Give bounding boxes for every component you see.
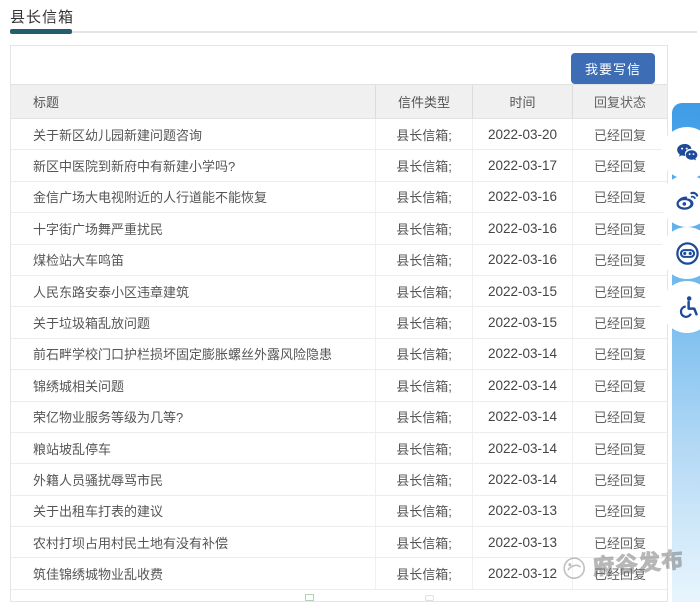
letter-date-cell: 2022-03-14 [472, 339, 572, 369]
letter-title-link[interactable]: 金信广场大电视附近的人行道能不能恢复 [11, 187, 375, 206]
table-row: 金信广场大电视附近的人行道能不能恢复县长信箱;2022-03-16已经回复 [11, 182, 667, 213]
table-row: 粮站坡乱停车县长信箱;2022-03-14已经回复 [11, 433, 667, 464]
table-body: 关于新区幼儿园新建问题咨询县长信箱;2022-03-20已经回复新区中医院到新府… [11, 119, 667, 590]
letter-title-link[interactable]: 十字街广场舞严重扰民 [11, 219, 375, 238]
table-row: 筑佳锦绣城物业乱收费县长信箱;2022-03-12已经回复 [11, 558, 667, 589]
table-row: 前石畔学校门口护栏损坏固定膨胀螺丝外露风险隐患县长信箱;2022-03-14已经… [11, 339, 667, 370]
table-row: 煤检站大车鸣笛县长信箱;2022-03-16已经回复 [11, 245, 667, 276]
letter-date-cell: 2022-03-13 [472, 496, 572, 526]
toolbar: 我要写信 [11, 46, 667, 84]
letter-status-cell: 已经回复 [572, 370, 667, 400]
table-row: 锦绣城相关问题县长信箱;2022-03-14已经回复 [11, 370, 667, 401]
table-row: 人民东路安泰小区违章建筑县长信箱;2022-03-15已经回复 [11, 276, 667, 307]
letter-title-link[interactable]: 外籍人员骚扰辱骂市民 [11, 470, 375, 489]
pagination-hint2-icon [425, 595, 434, 601]
letter-type-cell: 县长信箱; [375, 150, 472, 180]
letter-date-cell: 2022-03-14 [472, 433, 572, 463]
letter-status-cell: 已经回复 [572, 182, 667, 212]
letter-title-link[interactable]: 新区中医院到新府中有新建小学吗? [11, 156, 375, 175]
letter-date-cell: 2022-03-20 [472, 119, 572, 149]
letter-type-cell: 县长信箱; [375, 527, 472, 557]
page-title: 县长信箱 [10, 6, 74, 27]
letter-title-link[interactable]: 煤检站大车鸣笛 [11, 250, 375, 269]
letter-status-cell: 已经回复 [572, 245, 667, 275]
accessibility-icon [674, 294, 700, 321]
letter-title-link[interactable]: 粮站坡乱停车 [11, 439, 375, 458]
mailbox-page: 县长信箱 我要写信 标题信件类型时间回复状态 关于新区幼儿园新建问题咨询县长信箱… [0, 0, 700, 602]
write-letter-button[interactable]: 我要写信 [571, 53, 655, 84]
letter-type-cell: 县长信箱; [375, 339, 472, 369]
letter-date-cell: 2022-03-16 [472, 245, 572, 275]
pagination-hint-icon [305, 594, 314, 601]
letter-type-cell: 县长信箱; [375, 464, 472, 494]
title-accent-underline [10, 29, 72, 34]
table-row: 十字街广场舞严重扰民县长信箱;2022-03-16已经回复 [11, 213, 667, 244]
table-row: 外籍人员骚扰辱骂市民县长信箱;2022-03-14已经回复 [11, 464, 667, 495]
letter-title-link[interactable]: 锦绣城相关问题 [11, 376, 375, 395]
letter-title-link[interactable]: 关于出租车打表的建议 [11, 501, 375, 520]
letters-panel: 我要写信 标题信件类型时间回复状态 关于新区幼儿园新建问题咨询县长信箱;2022… [10, 45, 668, 602]
table-row: 荣亿物业服务等级为几等?县长信箱;2022-03-14已经回复 [11, 402, 667, 433]
letter-date-cell: 2022-03-14 [472, 402, 572, 432]
letter-date-cell: 2022-03-12 [472, 558, 572, 588]
letter-title-link[interactable]: 前石畔学校门口护栏损坏固定膨胀螺丝外露风险隐患 [11, 344, 375, 363]
column-header-time: 时间 [472, 85, 572, 118]
letter-type-cell: 县长信箱; [375, 245, 472, 275]
letter-type-cell: 县长信箱; [375, 402, 472, 432]
letter-status-cell: 已经回复 [572, 276, 667, 306]
table-row: 关于新区幼儿园新建问题咨询县长信箱;2022-03-20已经回复 [11, 119, 667, 150]
letter-type-cell: 县长信箱; [375, 119, 472, 149]
table-row: 关于垃圾箱乱放问题县长信箱;2022-03-15已经回复 [11, 307, 667, 338]
letter-title-link[interactable]: 关于新区幼儿园新建问题咨询 [11, 125, 375, 144]
letter-type-cell: 县长信箱; [375, 213, 472, 243]
column-header-title: 标题 [11, 92, 375, 111]
letter-status-cell: 已经回复 [572, 150, 667, 180]
letter-status-cell: 已经回复 [572, 527, 667, 557]
letter-status-cell: 已经回复 [572, 464, 667, 494]
letter-date-cell: 2022-03-16 [472, 213, 572, 243]
letter-type-cell: 县长信箱; [375, 496, 472, 526]
table-row: 新区中医院到新府中有新建小学吗?县长信箱;2022-03-17已经回复 [11, 150, 667, 181]
table-row: 关于出租车打表的建议县长信箱;2022-03-13已经回复 [11, 496, 667, 527]
letter-date-cell: 2022-03-16 [472, 182, 572, 212]
table-row: 农村打坝占用村民土地有没有补偿县长信箱;2022-03-13已经回复 [11, 527, 667, 558]
letter-date-cell: 2022-03-14 [472, 464, 572, 494]
letter-status-cell: 已经回复 [572, 402, 667, 432]
letter-type-cell: 县长信箱; [375, 433, 472, 463]
table-header-row: 标题信件类型时间回复状态 [11, 84, 667, 119]
wechat-icon [674, 140, 700, 167]
letter-title-link[interactable]: 荣亿物业服务等级为几等? [11, 407, 375, 426]
letter-status-cell: 已经回复 [572, 433, 667, 463]
letter-title-link[interactable]: 关于垃圾箱乱放问题 [11, 313, 375, 332]
letter-date-cell: 2022-03-14 [472, 370, 572, 400]
letter-status-cell: 已经回复 [572, 307, 667, 337]
letter-status-cell: 已经回复 [572, 213, 667, 243]
column-header-type: 信件类型 [375, 85, 472, 118]
column-header-status: 回复状态 [572, 85, 667, 118]
letter-type-cell: 县长信箱; [375, 558, 472, 588]
weibo-icon [674, 188, 700, 215]
letter-title-link[interactable]: 筑佳锦绣城物业乱收费 [11, 564, 375, 583]
letter-title-link[interactable]: 人民东路安泰小区违章建筑 [11, 282, 375, 301]
title-divider [10, 31, 697, 33]
letter-date-cell: 2022-03-15 [472, 276, 572, 306]
letter-type-cell: 县长信箱; [375, 370, 472, 400]
letter-type-cell: 县长信箱; [375, 182, 472, 212]
letter-status-cell: 已经回复 [572, 119, 667, 149]
letter-date-cell: 2022-03-15 [472, 307, 572, 337]
letter-date-cell: 2022-03-17 [472, 150, 572, 180]
letter-type-cell: 县长信箱; [375, 307, 472, 337]
letter-date-cell: 2022-03-13 [472, 527, 572, 557]
letter-status-cell: 已经回复 [572, 339, 667, 369]
letter-title-link[interactable]: 农村打坝占用村民土地有没有补偿 [11, 533, 375, 552]
letter-status-cell: 已经回复 [572, 496, 667, 526]
letter-status-cell: 已经回复 [572, 558, 667, 588]
chatbot-icon [674, 240, 700, 267]
letter-type-cell: 县长信箱; [375, 276, 472, 306]
